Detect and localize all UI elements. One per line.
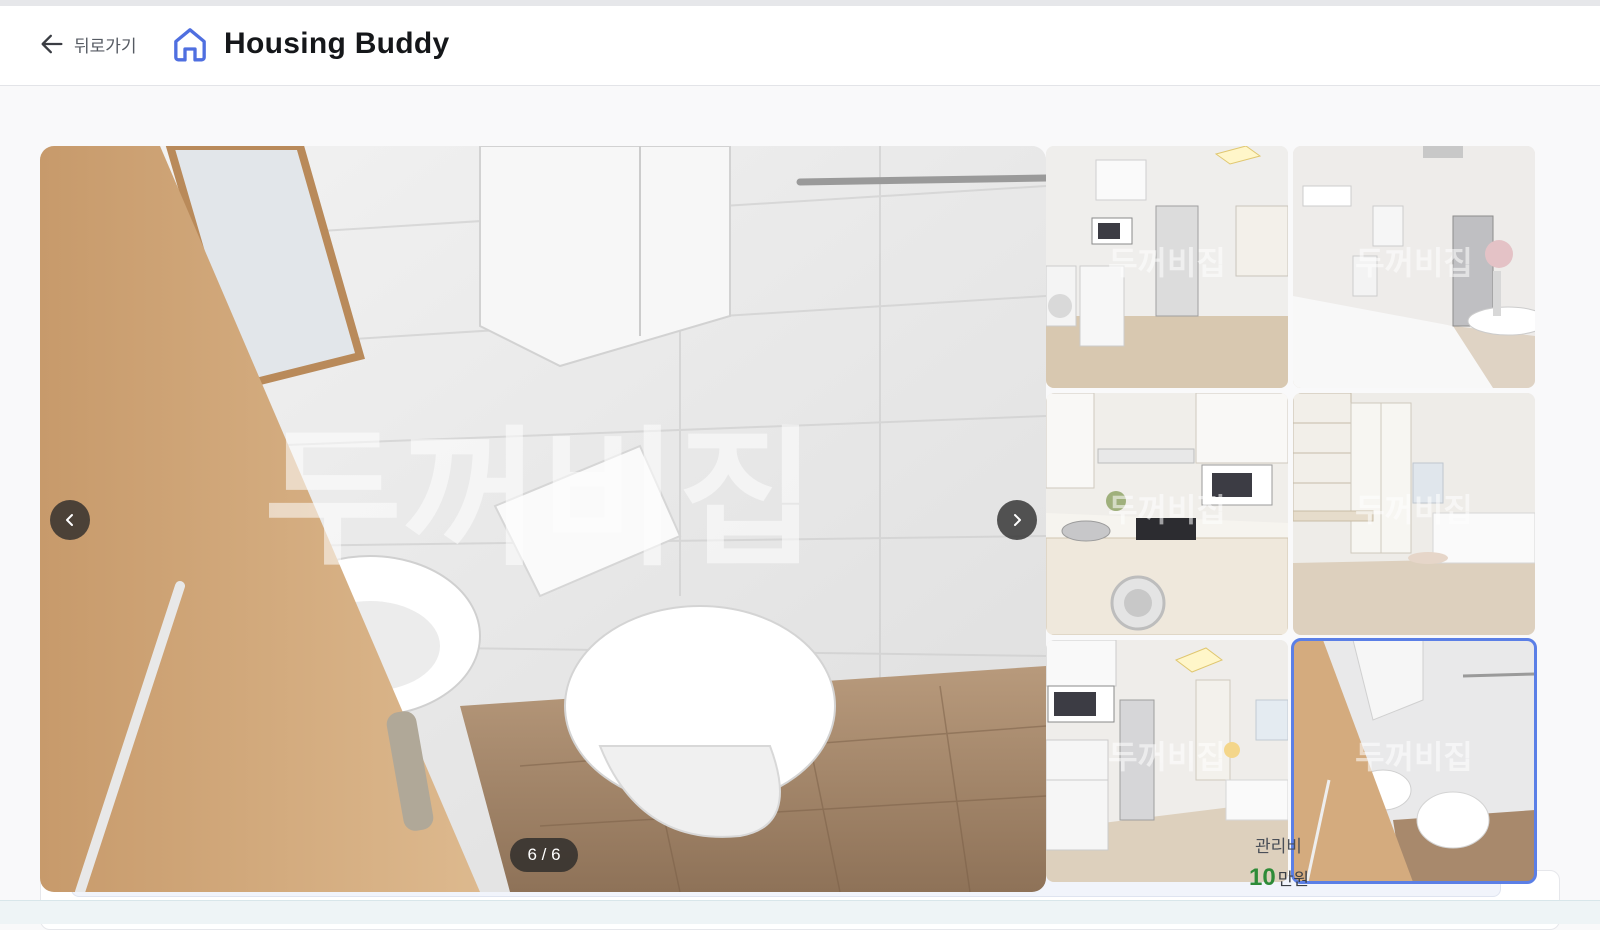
maintenance-fee-unit: 만원 bbox=[1277, 870, 1309, 889]
back-button[interactable]: 뒤로가기 bbox=[38, 26, 137, 62]
thumbnail-watermark: 두꺼비집 bbox=[1108, 738, 1226, 776]
app-header: 뒤로가기 Housing Buddy bbox=[0, 6, 1600, 86]
thumbnail-watermark: 두꺼비집 bbox=[1355, 738, 1473, 776]
photo-counter: 6 / 6 bbox=[510, 838, 578, 872]
main-photo[interactable]: 두꺼비집 bbox=[40, 146, 1046, 892]
main-watermark: 두꺼비집 bbox=[264, 413, 816, 587]
back-label: 뒤로가기 bbox=[74, 36, 137, 56]
chevron-right-icon bbox=[1014, 514, 1021, 526]
thumbnail-4[interactable]: 두꺼비집 bbox=[1293, 393, 1535, 635]
thumbnail-2[interactable]: 두꺼비집 bbox=[1293, 146, 1535, 388]
thumbnail-1[interactable]: 두꺼비집 bbox=[1046, 146, 1288, 388]
chevron-left-icon bbox=[66, 514, 73, 526]
arrow-left-icon bbox=[41, 34, 63, 54]
thumbnail-watermark: 두꺼비집 bbox=[1355, 491, 1473, 529]
home-icon bbox=[174, 28, 206, 62]
maintenance-fee: 10 만원 bbox=[1249, 864, 1309, 892]
thumbnail-watermark: 두꺼비집 bbox=[1355, 244, 1473, 282]
thumbnail-5[interactable]: 두꺼비집 bbox=[1046, 640, 1288, 882]
maintenance-fee-amount: 10 bbox=[1249, 864, 1276, 891]
next-photo-button[interactable] bbox=[997, 500, 1037, 540]
thumbnail-6[interactable]: 두꺼비집 bbox=[1291, 638, 1537, 884]
brand: Housing Buddy bbox=[170, 22, 450, 66]
thumbnail-watermark: 두꺼비집 bbox=[1108, 244, 1226, 282]
maintenance-fee-label: 관리비 bbox=[1255, 837, 1302, 856]
page-title: Housing Buddy bbox=[224, 27, 450, 60]
thumbnail-watermark: 두꺼비집 bbox=[1108, 491, 1226, 529]
bottom-bar bbox=[0, 900, 1600, 924]
prev-photo-button[interactable] bbox=[50, 500, 90, 540]
thumbnail-3[interactable]: 두꺼비집 bbox=[1046, 393, 1288, 635]
